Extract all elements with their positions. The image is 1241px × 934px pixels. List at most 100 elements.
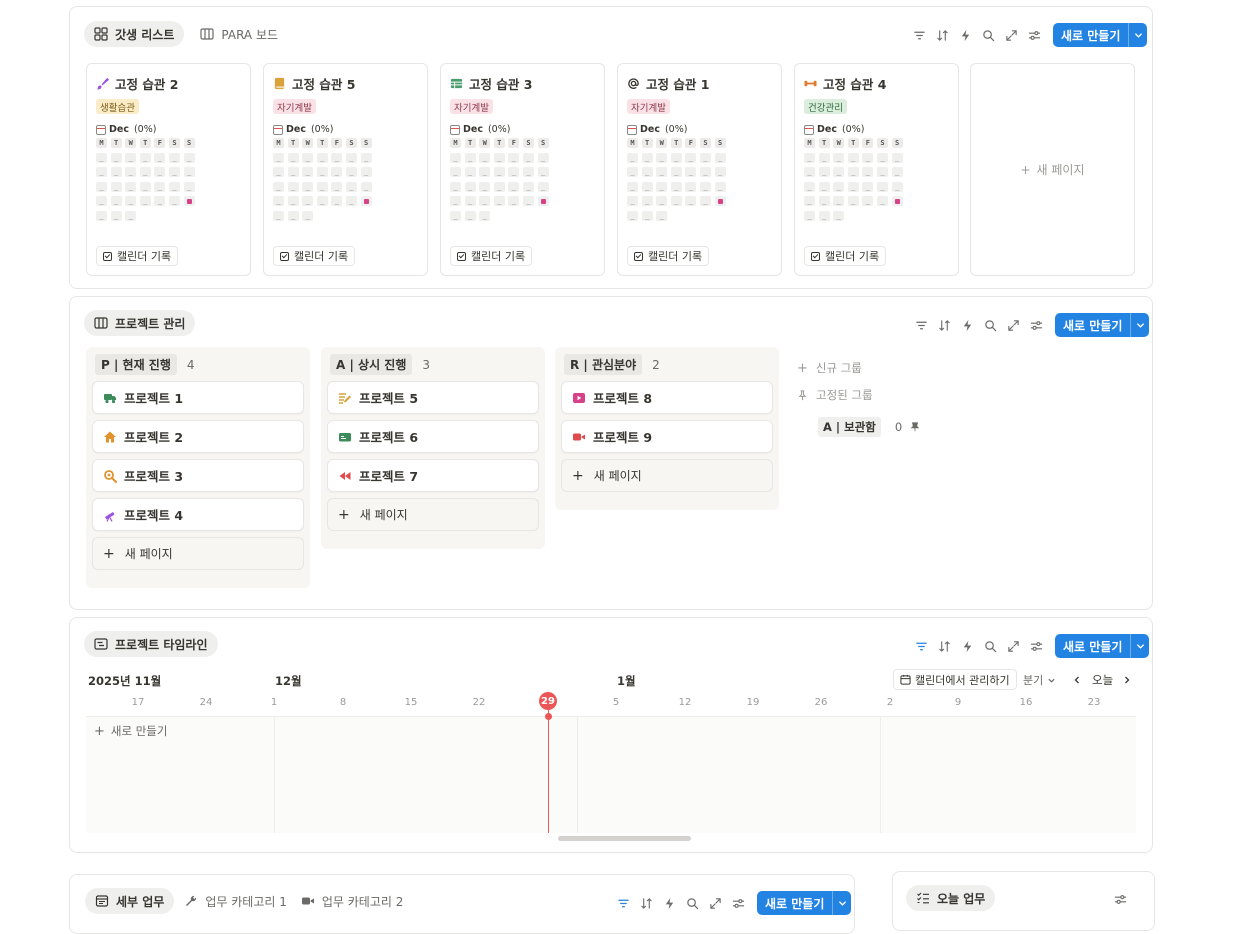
habit-card[interactable]: 고정 습관 5 자기계발 Dec (0%) M T W T F S S _ _ _ _ _ _ _ _ _ _ _ _… bbox=[263, 63, 428, 276]
new-button[interactable]: 새로 만들기 bbox=[1053, 23, 1148, 47]
habit-day-cell[interactable]: _ bbox=[154, 152, 166, 163]
add-group-button[interactable]: + 신규 그룹 bbox=[797, 360, 862, 376]
habit-day-cell[interactable]: _ bbox=[331, 167, 343, 177]
habit-day-cell[interactable]: _ bbox=[641, 152, 653, 163]
habit-day-cell[interactable]: _ bbox=[139, 196, 151, 206]
pin-icon[interactable] bbox=[910, 422, 920, 432]
habit-day-cell[interactable]: _ bbox=[464, 152, 476, 163]
habit-day-cell[interactable]: _ bbox=[862, 152, 874, 163]
chevron-down-icon[interactable] bbox=[1128, 23, 1147, 47]
automation-icon[interactable] bbox=[662, 896, 676, 910]
habit-day-cell[interactable]: _ bbox=[125, 152, 137, 163]
habit-day-cell[interactable]: _ bbox=[287, 181, 299, 192]
habit-day-cell[interactable]: _ bbox=[641, 196, 653, 206]
habit-day-cell[interactable]: _ bbox=[168, 181, 180, 192]
habit-day-cell[interactable]: _ bbox=[139, 152, 151, 163]
habit-day-cell[interactable]: _ bbox=[96, 196, 107, 206]
chevron-left-icon[interactable] bbox=[1072, 675, 1082, 685]
habit-day-cell[interactable]: _ bbox=[479, 210, 491, 221]
habit-day-cell[interactable]: _ bbox=[345, 181, 357, 192]
habit-day-cell[interactable]: _ bbox=[493, 152, 505, 163]
tab-habit-list[interactable]: 갓생 리스트 bbox=[84, 21, 185, 47]
habit-day-cell[interactable]: _ bbox=[699, 152, 711, 163]
habit-card[interactable]: 고정 습관 4 건강관리 Dec (0%) M T W T F S S _ _ _ _ _ _ _ _ _ _ _ _… bbox=[794, 63, 959, 276]
tab-project-timeline[interactable]: 프로젝트 타임라인 bbox=[84, 631, 218, 657]
column-header[interactable]: A | 상시 진행 3 bbox=[330, 354, 430, 375]
filter-icon[interactable] bbox=[914, 318, 928, 332]
habit-day-cell[interactable] bbox=[891, 196, 903, 206]
chevron-down-icon[interactable] bbox=[1130, 313, 1149, 337]
calendar-record-button[interactable]: 캘린더 기록 bbox=[804, 246, 887, 266]
habit-day-cell[interactable]: _ bbox=[360, 181, 372, 192]
habit-day-cell[interactable]: _ bbox=[804, 181, 815, 192]
search-icon[interactable] bbox=[685, 896, 699, 910]
habit-day-cell[interactable]: _ bbox=[656, 167, 668, 177]
habit-day-cell[interactable]: _ bbox=[891, 152, 903, 163]
habit-day-cell[interactable]: _ bbox=[168, 152, 180, 163]
habit-day-cell[interactable]: _ bbox=[818, 196, 830, 206]
project-card[interactable]: 프로젝트 9 bbox=[561, 420, 773, 453]
habit-day-cell[interactable]: _ bbox=[479, 196, 491, 206]
calendar-record-button[interactable]: 캘린더 기록 bbox=[96, 246, 179, 266]
project-card[interactable]: 프로젝트 4 bbox=[92, 498, 304, 531]
project-card[interactable]: 프로젝트 8 bbox=[561, 381, 773, 414]
habit-day-cell[interactable]: _ bbox=[685, 167, 697, 177]
habit-day-cell[interactable]: _ bbox=[345, 196, 357, 206]
settings-sliders-icon[interactable] bbox=[1029, 639, 1043, 653]
today-button[interactable]: 오늘 bbox=[1092, 672, 1113, 688]
timeline-new-row[interactable]: + 새로 만들기 bbox=[94, 723, 167, 739]
habit-day-cell[interactable]: _ bbox=[876, 152, 888, 163]
sort-icon[interactable] bbox=[937, 318, 951, 332]
habit-day-cell[interactable]: _ bbox=[139, 167, 151, 177]
habit-day-cell[interactable]: _ bbox=[450, 167, 461, 177]
habit-day-cell[interactable]: _ bbox=[110, 152, 122, 163]
habit-day-cell[interactable]: _ bbox=[522, 196, 534, 206]
search-icon[interactable] bbox=[981, 28, 995, 42]
habit-day-cell[interactable]: _ bbox=[656, 196, 668, 206]
habit-day-cell[interactable]: _ bbox=[96, 152, 107, 163]
habit-day-cell[interactable]: _ bbox=[302, 167, 314, 177]
habit-day-cell[interactable]: _ bbox=[862, 167, 874, 177]
sort-icon[interactable] bbox=[639, 896, 653, 910]
habit-day-cell[interactable]: _ bbox=[464, 167, 476, 177]
habit-day-cell[interactable]: _ bbox=[450, 181, 461, 192]
habit-day-cell[interactable]: _ bbox=[714, 167, 726, 177]
calendar-record-button[interactable]: 캘린더 기록 bbox=[627, 246, 710, 266]
habit-day-cell[interactable]: _ bbox=[302, 152, 314, 163]
board-new-page-button[interactable]: + 새 페이지 bbox=[92, 537, 304, 570]
habit-day-cell[interactable]: _ bbox=[847, 167, 859, 177]
habit-card[interactable]: 고정 습관 1 자기계발 Dec (0%) M T W T F S S _ _ _ _ _ _ _ _ _ _ _ _… bbox=[617, 63, 782, 276]
expand-icon[interactable] bbox=[1006, 318, 1020, 332]
automation-icon[interactable] bbox=[958, 28, 972, 42]
habit-day-cell[interactable]: _ bbox=[818, 181, 830, 192]
habit-day-cell[interactable]: _ bbox=[656, 210, 668, 221]
habit-day-cell[interactable]: _ bbox=[316, 152, 328, 163]
habit-day-cell[interactable]: _ bbox=[641, 181, 653, 192]
tab-task-category-2[interactable]: 업무 카테고리 2 bbox=[297, 888, 408, 914]
tab-task-category-1[interactable]: 업무 카테고리 1 bbox=[180, 888, 291, 914]
sort-icon[interactable] bbox=[935, 28, 949, 42]
habit-day-cell[interactable]: _ bbox=[627, 152, 638, 163]
habit-day-cell[interactable]: _ bbox=[656, 152, 668, 163]
board-new-page-button[interactable]: + 새 페이지 bbox=[561, 459, 773, 492]
habit-card[interactable]: 고정 습관 3 자기계발 Dec (0%) M T W T F S S _ _ _ _ _ _ _ _ _ _ _ _… bbox=[440, 63, 605, 276]
habit-day-cell[interactable]: _ bbox=[464, 181, 476, 192]
habit-day-cell[interactable]: _ bbox=[876, 196, 888, 206]
habit-day-cell[interactable]: _ bbox=[493, 181, 505, 192]
habit-day-cell[interactable]: _ bbox=[508, 167, 520, 177]
habit-day-cell[interactable]: _ bbox=[522, 167, 534, 177]
habit-day-cell[interactable]: _ bbox=[345, 152, 357, 163]
habit-day-cell[interactable] bbox=[714, 196, 726, 206]
habit-day-cell[interactable]: _ bbox=[493, 196, 505, 206]
project-card[interactable]: 프로젝트 5 bbox=[327, 381, 539, 414]
gallery-new-page[interactable]: + 새 페이지 bbox=[970, 63, 1135, 276]
filter-icon[interactable] bbox=[616, 896, 630, 910]
habit-day-cell[interactable]: _ bbox=[714, 181, 726, 192]
habit-day-cell[interactable]: _ bbox=[522, 181, 534, 192]
tab-project-management[interactable]: 프로젝트 관리 bbox=[84, 310, 196, 336]
tab-today-tasks[interactable]: 오늘 업무 bbox=[906, 885, 996, 911]
habit-day-cell[interactable]: _ bbox=[316, 167, 328, 177]
habit-day-cell[interactable]: _ bbox=[699, 167, 711, 177]
habit-day-cell[interactable]: _ bbox=[847, 196, 859, 206]
habit-day-cell[interactable]: _ bbox=[287, 167, 299, 177]
